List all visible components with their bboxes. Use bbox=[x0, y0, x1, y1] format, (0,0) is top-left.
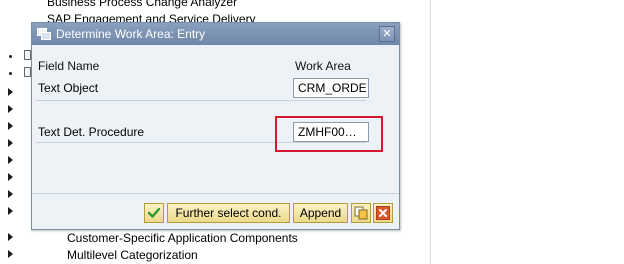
expand-arrow-icon[interactable] bbox=[8, 156, 13, 164]
expand-arrow-icon[interactable] bbox=[8, 105, 13, 113]
expand-arrow-icon[interactable] bbox=[8, 207, 13, 215]
column-header-field-name: Field Name bbox=[38, 59, 100, 73]
expand-arrow-icon[interactable] bbox=[8, 190, 13, 198]
text-object-field[interactable]: CRM_ORDE… bbox=[293, 78, 369, 98]
row-divider bbox=[36, 100, 366, 101]
tree-bullet bbox=[9, 55, 12, 58]
toolbar-divider bbox=[32, 193, 399, 194]
copy-icon bbox=[354, 206, 368, 220]
column-header-work-area: Work Area bbox=[295, 59, 351, 73]
expand-arrow-icon[interactable] bbox=[8, 250, 13, 258]
folder-icon bbox=[24, 50, 31, 60]
confirm-check-icon bbox=[147, 207, 161, 218]
copy-button[interactable] bbox=[351, 203, 371, 223]
append-button[interactable]: Append bbox=[293, 203, 348, 223]
text-det-procedure-label: Text Det. Procedure bbox=[38, 125, 145, 139]
dialog-title: Determine Work Area: Entry bbox=[56, 27, 206, 41]
expand-arrow-icon[interactable] bbox=[8, 88, 13, 96]
cancel-icon bbox=[376, 206, 390, 220]
expand-arrow-icon[interactable] bbox=[8, 233, 13, 241]
expand-arrow-icon[interactable] bbox=[8, 173, 13, 181]
tree-bullet bbox=[9, 72, 12, 75]
determine-icon bbox=[37, 28, 51, 40]
cancel-button[interactable] bbox=[373, 203, 393, 223]
pane-divider bbox=[430, 0, 431, 264]
folder-icon bbox=[24, 67, 31, 77]
confirm-button[interactable] bbox=[144, 203, 164, 223]
expand-arrow-icon[interactable] bbox=[8, 139, 13, 147]
highlight-box bbox=[275, 116, 383, 152]
tree-item-multilevel-categorization[interactable]: Multilevel Categorization bbox=[67, 248, 198, 262]
further-select-cond-button[interactable]: Further select cond. bbox=[167, 203, 290, 223]
close-icon[interactable]: ✕ bbox=[379, 26, 395, 42]
tree-item-business-process-change-analyzer[interactable]: Business Process Change Analyzer bbox=[47, 0, 237, 9]
expand-arrow-icon[interactable] bbox=[8, 122, 13, 130]
tree-item-customer-specific-components[interactable]: Customer-Specific Application Components bbox=[67, 231, 298, 245]
text-object-label: Text Object bbox=[38, 81, 99, 95]
determine-work-area-dialog: Determine Work Area: Entry ✕ Field Name … bbox=[31, 22, 400, 230]
dialog-titlebar[interactable]: Determine Work Area: Entry ✕ bbox=[32, 23, 399, 45]
